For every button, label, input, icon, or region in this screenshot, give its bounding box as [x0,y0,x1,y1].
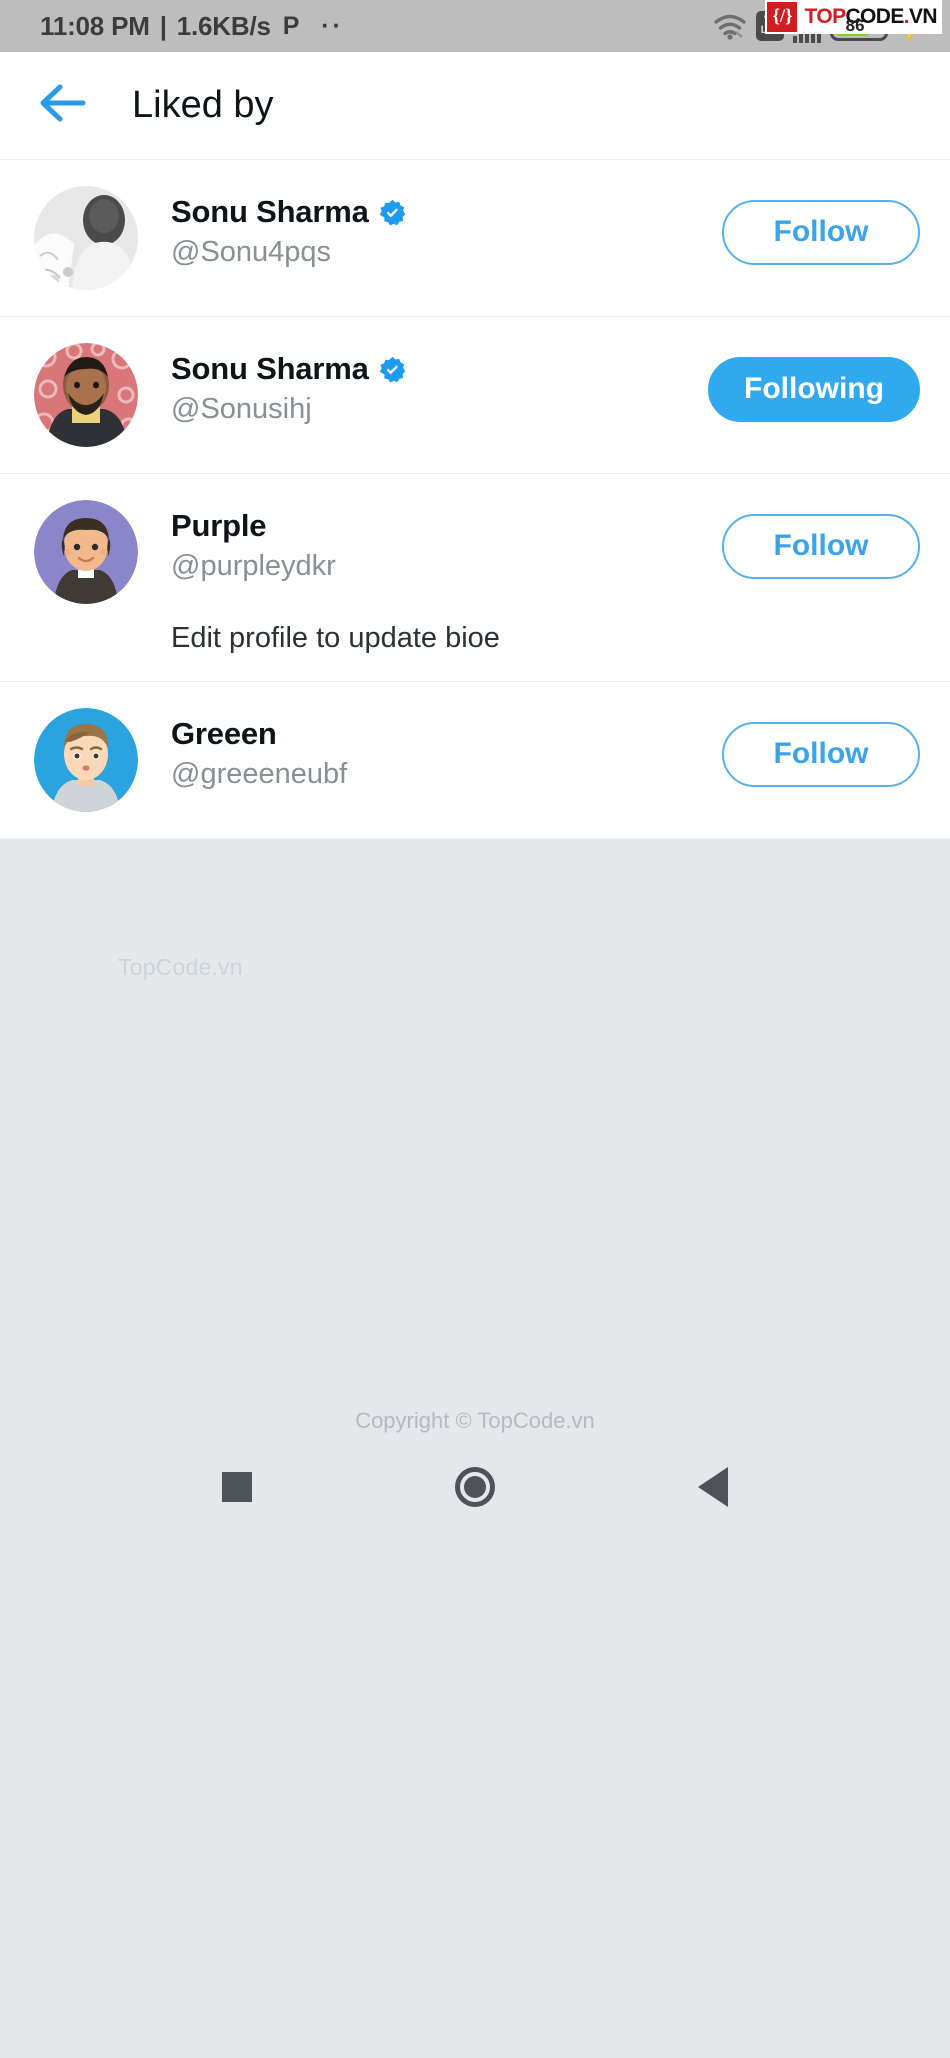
pinterest-icon: P [282,11,300,40]
user-handle: @Sonusihj [171,393,312,425]
phone-screen: 11:08 PM | 1.6KB/s P ·· VoLTE [0,0,950,2058]
avatar[interactable] [34,708,138,812]
app-bar: Liked by [0,52,950,160]
following-button[interactable]: Following [708,357,920,422]
user-info: Purple @purpleydkr [138,500,722,583]
page-watermark: TopCode.vn [118,954,243,980]
user-info: Greeen @greeeneubf [138,708,722,791]
user-name-line: Greeen [171,716,722,752]
status-time: 11:08 PM [40,10,150,41]
copyright-text: Copyright © TopCode.vn [355,1408,595,1433]
follow-button-wrapper: Follow [722,708,920,787]
circle-home-icon[interactable] [454,1467,495,1507]
list-item[interactable]: Sonu Sharma @Sonu4pqs Follow [0,160,950,317]
user-bio: Edit profile to update bioe [171,622,500,654]
topcode-badge-icon: {/} [765,0,800,34]
user-name-line: Sonu Sharma [171,194,722,230]
user-handle: @Sonu4pqs [171,236,332,268]
list-item[interactable]: Purple @purpleydkr Follow Edit profile t… [0,474,950,682]
follow-button[interactable]: Follow [722,722,920,787]
status-separator: | [159,10,167,41]
user-handle: @greeeneubf [171,758,348,790]
back-button[interactable] [34,77,92,135]
avatar[interactable] [34,343,138,447]
user-display-name: Greeen [171,716,277,751]
user-display-name: Purple [171,508,267,543]
wordmark-top: TOP [804,5,846,28]
status-bar: 11:08 PM | 1.6KB/s P ·· VoLTE [0,0,950,52]
page-title: Liked by [132,84,274,126]
topcode-wordmark: TOP CODE. VN [799,0,942,34]
user-display-name: Sonu Sharma [171,194,369,229]
user-row-main: Purple @purpleydkr Follow [34,500,920,604]
verified-badge-icon [379,199,406,226]
list-item[interactable]: Greeen @greeeneubf Follow [0,682,950,839]
verified-badge-icon [379,356,406,383]
square-recents-icon[interactable] [221,1472,252,1502]
wifi-icon [713,12,747,40]
list-item[interactable]: Sonu Sharma @Sonusihj Following [0,317,950,474]
liked-by-user-list: Sonu Sharma @Sonu4pqs Follow Sonu Sharma… [0,160,950,839]
follow-button[interactable]: Follow [722,200,920,265]
follow-button-wrapper: Follow [722,186,920,265]
avatar[interactable] [34,186,138,290]
user-row-main: Greeen @greeeneubf Follow [34,708,920,812]
status-bar-left: 11:08 PM | 1.6KB/s P ·· [40,11,344,42]
user-row-main: Sonu Sharma @Sonusihj Following [34,343,920,447]
follow-button-wrapper: Following [708,343,920,422]
triangle-back-icon[interactable] [698,1467,729,1507]
back-arrow-icon [37,81,89,130]
user-display-name: Sonu Sharma [171,351,369,386]
user-name-line: Sonu Sharma [171,351,708,387]
user-row-main: Sonu Sharma @Sonu4pqs Follow [34,186,920,290]
avatar[interactable] [34,500,138,604]
user-info: Sonu Sharma @Sonusihj [138,343,708,426]
android-navigation-bar [0,1442,950,1532]
user-name-line: Purple [171,508,722,544]
battery-percent-label: 86 [845,16,865,35]
user-info: Sonu Sharma @Sonu4pqs [138,186,722,269]
notification-dots-icon: ·· [321,12,344,40]
follow-button[interactable]: Follow [722,514,920,579]
status-network-speed: 1.6KB/s [176,10,271,41]
wordmark-vn: VN [909,5,938,28]
empty-content-area: TopCode.vn Copyright © TopCode.vn [0,839,950,1442]
user-handle: @purpleydkr [171,550,336,582]
follow-button-wrapper: Follow [722,500,920,579]
